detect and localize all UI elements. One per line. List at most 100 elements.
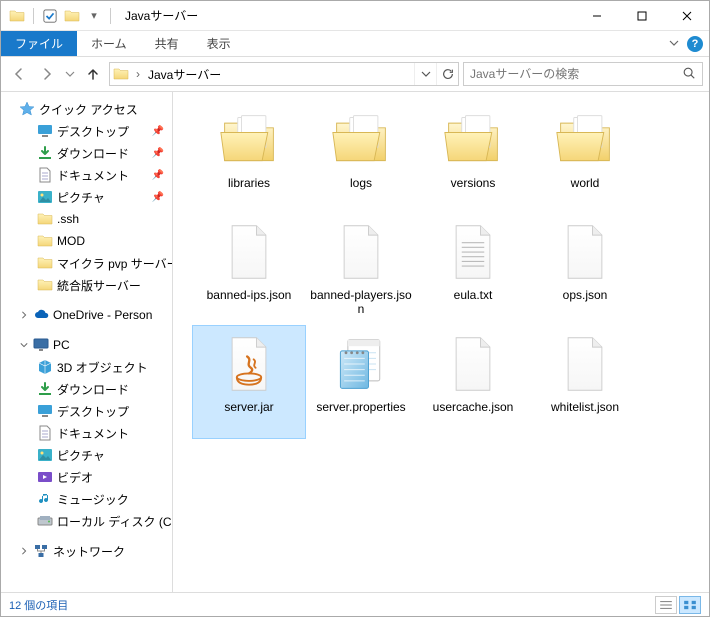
- ribbon-expand-icon[interactable]: [669, 37, 679, 51]
- documents-icon: [37, 167, 53, 183]
- qat-newfolder-icon[interactable]: [64, 8, 80, 24]
- sidebar-quick-access[interactable]: クイック アクセス: [1, 98, 172, 120]
- folder-icon: [37, 255, 53, 271]
- chevron-down-icon[interactable]: [19, 341, 29, 349]
- sidebar-item-label: ミュージック: [57, 491, 129, 508]
- search-input[interactable]: [470, 67, 682, 81]
- jar-icon: [217, 332, 281, 396]
- folder-item[interactable]: versions: [417, 102, 529, 214]
- sidebar-pc-item[interactable]: ダウンロード: [1, 378, 172, 400]
- view-details-button[interactable]: [655, 596, 677, 614]
- downloads-icon: [37, 381, 53, 397]
- minimize-button[interactable]: [574, 1, 619, 30]
- sidebar-pc[interactable]: PC: [1, 334, 172, 356]
- help-icon[interactable]: ?: [687, 36, 703, 52]
- folder-icon: [37, 233, 53, 249]
- sidebar-item-label: ピクチャ: [57, 447, 105, 464]
- address-dropdown-icon[interactable]: [414, 63, 436, 85]
- folder-item[interactable]: world: [529, 102, 641, 214]
- sidebar-onedrive[interactable]: OneDrive - Person: [1, 304, 172, 326]
- chevron-right-icon[interactable]: [19, 311, 29, 319]
- pictures-icon: [37, 189, 53, 205]
- sidebar-item-label: ダウンロード: [57, 381, 129, 398]
- qat-properties-icon[interactable]: [42, 8, 58, 24]
- nav-history-button[interactable]: [63, 62, 77, 86]
- chevron-right-icon[interactable]: [19, 547, 29, 555]
- sidebar-item-label: ダウンロード: [57, 145, 129, 162]
- ribbon-tab-share[interactable]: 共有: [141, 31, 193, 56]
- sidebar-quick-access-item[interactable]: ダウンロード 📌: [1, 142, 172, 164]
- folder-open-icon: [553, 108, 617, 172]
- folder-app-icon: [9, 8, 25, 24]
- sidebar-pc-item[interactable]: ローカル ディスク (C: [1, 510, 172, 532]
- file-item[interactable]: server.jar: [193, 326, 305, 438]
- sidebar-network[interactable]: ネットワーク: [1, 540, 172, 562]
- file-item[interactable]: server.properties: [305, 326, 417, 438]
- drive-icon: [37, 513, 53, 529]
- qat-customize-icon[interactable]: ▾: [86, 8, 102, 24]
- sidebar-pc-item[interactable]: 3D オブジェクト: [1, 356, 172, 378]
- search-icon[interactable]: [682, 66, 696, 83]
- folder-item[interactable]: libraries: [193, 102, 305, 214]
- view-icons-button[interactable]: [679, 596, 701, 614]
- sidebar-item-label: ローカル ディスク (C: [57, 513, 172, 530]
- sidebar-label: PC: [53, 338, 70, 352]
- window-title: Javaサーバー: [125, 7, 198, 24]
- sidebar-item-label: ピクチャ: [57, 189, 105, 206]
- nav-bar: › Javaサーバー: [1, 57, 709, 91]
- sidebar-pc-item[interactable]: デスクトップ: [1, 400, 172, 422]
- sidebar-label: OneDrive - Person: [53, 308, 152, 322]
- sidebar-pc-item[interactable]: ビデオ: [1, 466, 172, 488]
- nav-up-button[interactable]: [81, 62, 105, 86]
- folder-item[interactable]: logs: [305, 102, 417, 214]
- sidebar-quick-access-item[interactable]: MOD: [1, 230, 172, 252]
- status-bar: 12 個の項目: [1, 592, 709, 616]
- folder-open-icon: [217, 108, 281, 172]
- sidebar-pc-item[interactable]: ドキュメント: [1, 422, 172, 444]
- sidebar-quick-access-item[interactable]: デスクトップ📌: [1, 120, 172, 142]
- search-box[interactable]: [463, 62, 703, 86]
- content-area[interactable]: librarieslogsversionsworld banned-ips.jso…: [173, 92, 709, 592]
- folder-icon: [37, 277, 53, 293]
- sidebar-quick-access-item[interactable]: 統合版サーバー: [1, 274, 172, 296]
- address-refresh-icon[interactable]: [436, 63, 458, 85]
- file-icon: [329, 220, 393, 284]
- file-item[interactable]: ops.json: [529, 214, 641, 326]
- sidebar-quick-access-item[interactable]: ピクチャ📌: [1, 186, 172, 208]
- close-button[interactable]: [664, 1, 709, 30]
- sidebar-quick-access-item[interactable]: ドキュメント📌: [1, 164, 172, 186]
- sidebar-item-label: ドキュメント: [57, 167, 129, 184]
- ribbon-tab-view[interactable]: 表示: [193, 31, 245, 56]
- sidebar-item-label: .ssh: [57, 212, 79, 226]
- sidebar: クイック アクセス デスクトップ📌ダウンロード📌ドキュメント📌ピクチャ📌.ssh…: [1, 92, 173, 592]
- file-item[interactable]: banned-ips.json: [193, 214, 305, 326]
- sidebar-quick-access-item[interactable]: マイクラ pvp サーバー: [1, 252, 172, 274]
- sidebar-item-label: デスクトップ: [57, 403, 129, 420]
- folder-open-icon: [441, 108, 505, 172]
- breadcrumb-segment[interactable]: Javaサーバー: [144, 66, 225, 83]
- address-bar[interactable]: › Javaサーバー: [109, 62, 459, 86]
- ribbon-tab-home[interactable]: ホーム: [77, 31, 141, 56]
- maximize-button[interactable]: [619, 1, 664, 30]
- pin-icon: 📌: [152, 148, 164, 159]
- nav-back-button[interactable]: [7, 62, 31, 86]
- file-item[interactable]: eula.txt: [417, 214, 529, 326]
- pc-icon: [33, 337, 49, 353]
- sidebar-pc-item[interactable]: ピクチャ: [1, 444, 172, 466]
- item-label: server.properties: [316, 400, 405, 414]
- breadcrumb-sep-icon[interactable]: ›: [132, 67, 144, 81]
- pin-icon: 📌: [152, 126, 164, 137]
- file-item[interactable]: banned-players.json: [305, 214, 417, 326]
- desktop-icon: [37, 403, 53, 419]
- text-icon: [441, 220, 505, 284]
- title-bar: ▾ Javaサーバー: [1, 1, 709, 31]
- nav-forward-button[interactable]: [35, 62, 59, 86]
- ribbon-tab-file[interactable]: ファイル: [1, 31, 77, 56]
- file-item[interactable]: usercache.json: [417, 326, 529, 438]
- sidebar-pc-item[interactable]: ミュージック: [1, 488, 172, 510]
- sidebar-quick-access-item[interactable]: .ssh: [1, 208, 172, 230]
- sidebar-label: ネットワーク: [53, 543, 125, 560]
- sidebar-label: クイック アクセス: [39, 101, 138, 118]
- file-item[interactable]: whitelist.json: [529, 326, 641, 438]
- file-icon: [217, 220, 281, 284]
